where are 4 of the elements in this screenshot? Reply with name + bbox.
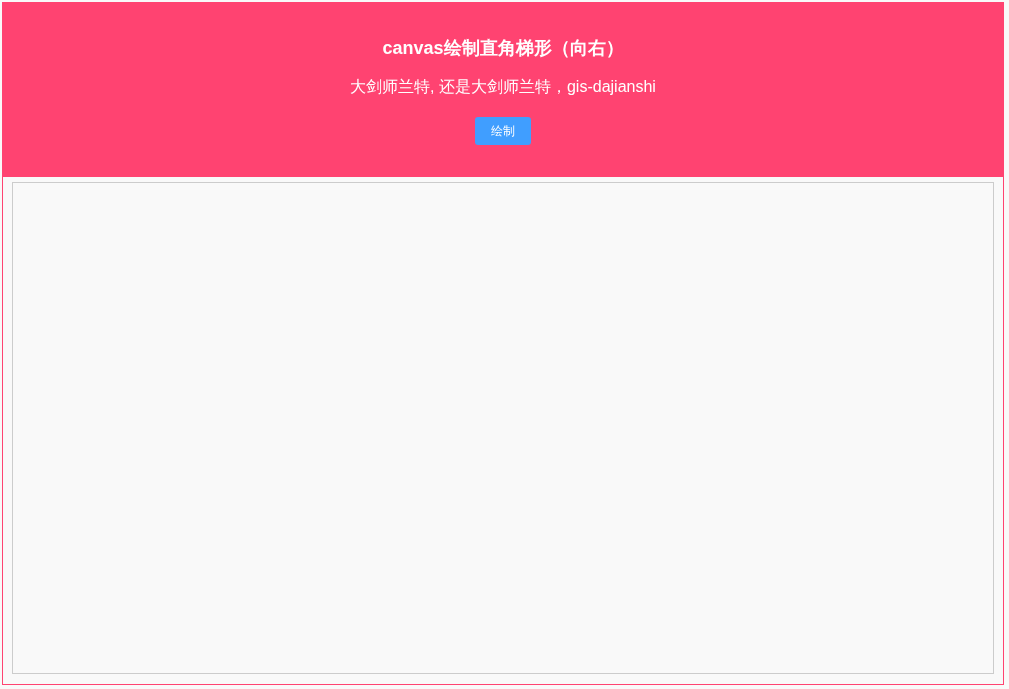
page-title: canvas绘制直角梯形（向右）: [382, 37, 624, 59]
subtitle: 大剑师兰特, 还是大剑师兰特，gis-dajianshi: [350, 77, 656, 97]
draw-button[interactable]: 绘制: [475, 117, 531, 145]
drawing-canvas[interactable]: [12, 182, 994, 674]
